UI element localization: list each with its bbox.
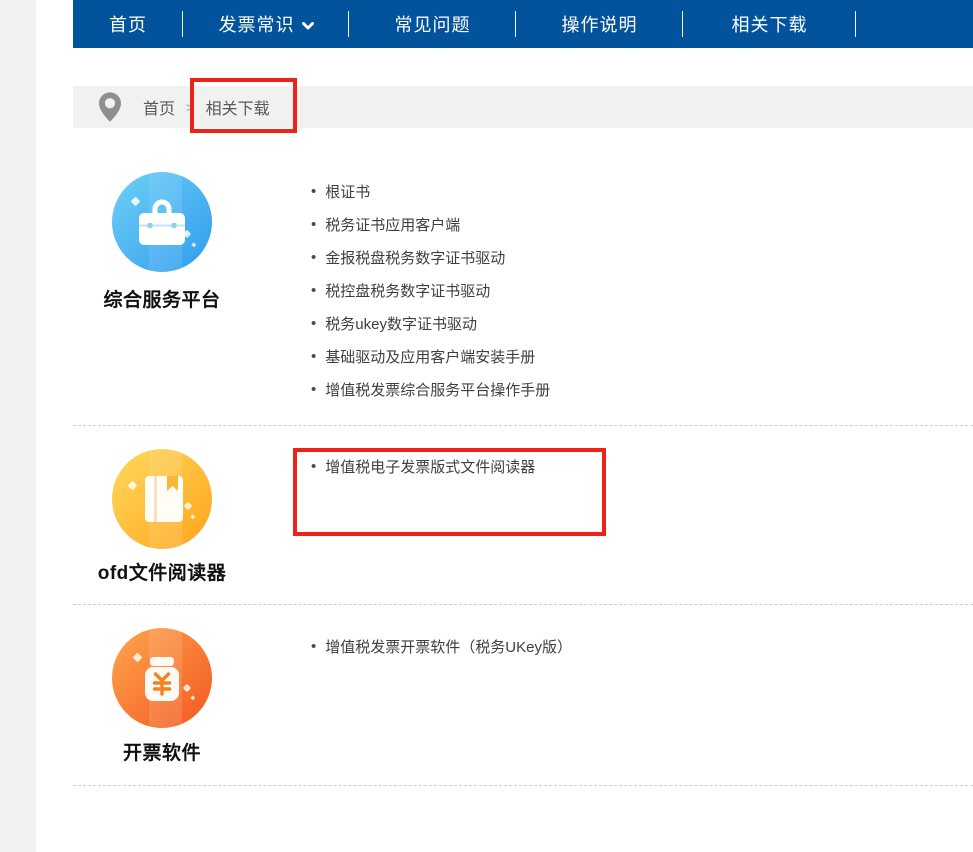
section-divider xyxy=(73,425,973,426)
section-title: ofd文件阅读器 xyxy=(42,558,282,585)
nav-item-downloads[interactable]: 相关下载 xyxy=(683,0,856,48)
breadcrumb-current: 相关下载 xyxy=(206,95,270,119)
left-gutter xyxy=(0,0,36,852)
download-link[interactable]: 税务ukey数字证书驱动 xyxy=(311,307,550,340)
download-link[interactable]: 增值税发票综合服务平台操作手册 xyxy=(311,373,550,406)
section-divider xyxy=(73,604,973,605)
nav-item-label: 首页 xyxy=(109,11,147,37)
download-link[interactable]: 金报税盘税务数字证书驱动 xyxy=(311,241,550,274)
top-navigation: 首页 发票常识 常见问题 操作说明 相关下载 xyxy=(73,0,973,48)
chevron-down-icon xyxy=(302,22,314,30)
download-link-list: 增值税发票开票软件（税务UKey版） xyxy=(311,630,572,663)
download-link[interactable]: 税务证书应用客户端 xyxy=(311,208,550,241)
location-pin-icon xyxy=(99,92,121,122)
nav-item-label: 发票常识 xyxy=(219,11,295,37)
nav-item-label: 常见问题 xyxy=(395,11,471,37)
invoice-jar-icon xyxy=(112,628,212,728)
section-divider xyxy=(73,785,973,786)
download-link-list: 增值税电子发票版式文件阅读器 xyxy=(311,450,535,483)
download-link[interactable]: 增值税电子发票版式文件阅读器 xyxy=(311,450,535,483)
nav-item-label: 相关下载 xyxy=(732,11,808,37)
nav-item-instructions[interactable]: 操作说明 xyxy=(516,0,683,48)
download-link[interactable]: 基础驱动及应用客户端安装手册 xyxy=(311,340,550,373)
breadcrumb-separator: > xyxy=(186,100,194,115)
nav-item-invoice-knowledge[interactable]: 发票常识 xyxy=(183,0,349,48)
nav-item-label: 操作说明 xyxy=(562,11,638,37)
download-link[interactable]: 根证书 xyxy=(311,175,550,208)
download-link[interactable]: 增值税发票开票软件（税务UKey版） xyxy=(311,630,572,663)
briefcase-icon xyxy=(112,172,212,272)
download-link-list: 根证书 税务证书应用客户端 金报税盘税务数字证书驱动 税控盘税务数字证书驱动 税… xyxy=(311,175,550,406)
breadcrumb-home[interactable]: 首页 xyxy=(143,95,175,119)
nav-item-faq[interactable]: 常见问题 xyxy=(349,0,516,48)
section-title: 综合服务平台 xyxy=(42,285,282,312)
download-link[interactable]: 税控盘税务数字证书驱动 xyxy=(311,274,550,307)
section-title: 开票软件 xyxy=(42,738,282,765)
book-reader-icon xyxy=(112,449,212,549)
breadcrumb: 首页 > 相关下载 xyxy=(73,86,973,128)
nav-item-home[interactable]: 首页 xyxy=(73,0,183,48)
